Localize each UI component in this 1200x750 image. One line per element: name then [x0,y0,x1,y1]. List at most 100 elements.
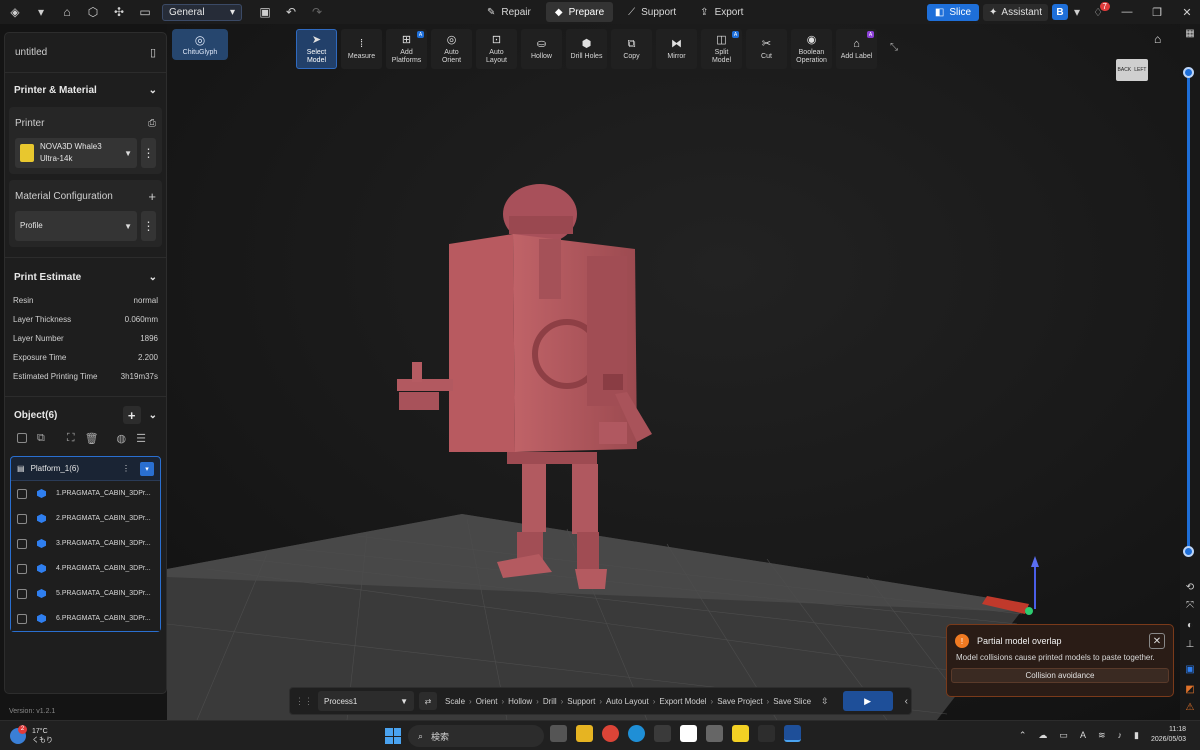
object-row[interactable]: 3.PRAGMATA_CABIN_3DPr... [11,531,160,556]
object-row[interactable]: 1.PRAGMATA_CABIN_3DPr... [11,481,160,506]
tool-split-model[interactable]: ◫ Split Model A [701,29,742,69]
tool-cut[interactable]: ✂ Cut [746,29,787,69]
collapse-chevron-icon[interactable]: ⌄ [149,410,157,421]
weather-widget[interactable]: 2 17°C くもり [10,724,53,745]
battery-icon[interactable]: ▮ [1134,730,1139,741]
assistant-button[interactable]: ✦ Assistant [983,3,1048,21]
close-window-button[interactable]: ✕ [1174,1,1200,23]
app-icon[interactable] [680,725,697,742]
process-step[interactable]: Orient [476,697,498,706]
redo-icon[interactable]: ↷ [306,1,328,23]
speaker-tray-icon[interactable]: ▭ [1059,730,1068,741]
palette-icon[interactable]: ◍ [117,432,127,445]
grid-icon[interactable]: ▦ [1180,28,1200,39]
tool-drill-holes[interactable]: ⬢ Drill Holes [566,29,607,69]
tray-chevron-icon[interactable]: ⌃ [1019,730,1027,741]
process-step[interactable]: Scale [445,697,465,706]
printer-settings-icon[interactable]: ⎙ [148,118,156,129]
add-material-icon[interactable]: + [148,189,156,204]
panel-toggle-icon[interactable]: ▯ [150,46,156,59]
process-step[interactable]: Drill [543,697,557,706]
platform-expand-button[interactable]: ▾ [140,461,154,476]
tab-support[interactable]: ⟋ Support [619,2,685,22]
workspace-select[interactable]: General ▾ [162,3,242,21]
layer-slider-track[interactable] [1187,72,1190,552]
minimize-button[interactable]: — [1114,1,1140,23]
frame-icon[interactable]: ⛶ [67,432,75,445]
taskbar-search[interactable]: ⌕ 検索 [408,725,544,747]
rotate-icon[interactable]: ⟲ [1180,582,1200,593]
user-avatar[interactable]: B [1052,4,1068,20]
notification-button[interactable]: ♢ 7 [1086,2,1110,22]
add-object-button[interactable]: + [122,406,141,424]
support-icon[interactable]: ⊥ [1180,639,1200,650]
collision-avoidance-button[interactable]: Collision avoidance [951,668,1169,683]
tab-export[interactable]: ⇪ Export [691,2,752,22]
task-view-icon[interactable] [550,725,567,742]
profile-select[interactable]: Profile ▼ [15,211,137,241]
tool-auto-orient[interactable]: ◎ Auto Orient [431,29,472,69]
cloud-icon[interactable]: ☁ [1038,730,1047,741]
ime-icon[interactable]: A [1080,730,1086,740]
collapse-chevron-icon[interactable]: ⌄ [149,272,157,283]
printer-select[interactable]: NOVA3D Whale3 Ultra-14k ▼ [15,138,137,168]
chituglyph-button[interactable]: ◎ ChituGlyph [172,29,228,60]
run-process-button[interactable]: ▶ [842,691,893,711]
object-checkbox[interactable] [17,488,27,499]
print-estimate-header[interactable]: Print Estimate ⌄ [5,263,166,291]
view-cube[interactable]: BACK LEFT [1116,59,1148,81]
tool-copy[interactable]: ⧉ Copy [611,29,652,69]
tab-prepare[interactable]: ◆ Prepare [545,2,614,22]
tool-auto-layout[interactable]: ⊡ Auto Layout [476,29,517,69]
tool-boolean-operation[interactable]: ◉ Boolean Operation [791,29,832,69]
group-icon[interactable]: ⧉ [37,432,45,445]
close-icon[interactable]: ✕ [1149,633,1165,649]
layer-slider-top-knob[interactable] [1183,67,1194,78]
process-step[interactable]: Export Model [659,697,706,706]
platform-more-icon[interactable]: ⋮ [122,464,130,473]
object-row[interactable]: 6.PRAGMATA_CABIN_3DPr... [11,606,160,631]
object-checkbox[interactable] [17,563,27,574]
home-icon[interactable]: ⌂ [56,1,78,23]
chitubox-taskbar-icon[interactable] [784,725,801,742]
warning-icon[interactable]: ⚠ [1180,702,1200,713]
layers-icon[interactable]: ▣ [1180,664,1200,675]
printer-more-button[interactable]: ⋮ [141,138,156,168]
sticky-notes-icon[interactable] [732,725,749,742]
object-checkbox[interactable] [17,613,27,624]
select-all-checkbox[interactable] [17,433,27,443]
profile-more-button[interactable]: ⋮ [141,211,156,241]
overlap-icon[interactable]: ◩ [1180,684,1200,695]
store-icon[interactable] [654,725,671,742]
object-row[interactable]: 4.PRAGMATA_CABIN_3DPr... [11,556,160,581]
printer-material-header[interactable]: Printer & Material ⌄ [5,73,166,107]
collapse-chevron-icon[interactable]: ⌄ [149,85,157,96]
3d-viewport[interactable] [167,24,1180,720]
app-logo-icon[interactable]: ◈ [4,1,26,23]
layer-slider-bottom-knob[interactable] [1183,546,1194,557]
restore-button[interactable]: ❐ [1144,1,1170,23]
tool-mirror[interactable]: ⧓ Mirror [656,29,697,69]
contrast-icon[interactable]: ◐ [1180,620,1200,631]
volume-icon[interactable]: ♪ [1118,730,1123,740]
process-select[interactable]: Process1 ▼ [318,691,414,711]
platform-header[interactable]: ▤ Platform_1(6) ⋮ ▾ [11,457,160,481]
start-icon[interactable] [385,728,401,744]
tool-add-platforms[interactable]: ⊞ Add Platforms A [386,29,427,69]
object-checkbox[interactable] [17,513,27,524]
user-chevron-icon[interactable]: ▾ [1072,1,1082,23]
collapse-chevron-icon[interactable]: ‹ [905,696,908,707]
collapse-toolbar-icon[interactable]: ⤡ [890,42,898,53]
view-home-icon[interactable]: ⌂ [1154,32,1161,46]
process-step[interactable]: Hollow [508,697,532,706]
process-step[interactable]: Save Project [717,697,762,706]
process-step[interactable]: Save Slice [773,697,811,706]
tab-repair[interactable]: ✎ Repair [478,2,540,22]
process-step[interactable]: Auto Layout [606,697,649,706]
object-checkbox[interactable] [17,588,27,599]
reorder-icon[interactable]: ⇳ [821,696,829,707]
tool-measure[interactable]: ⁞ Measure [341,29,382,69]
edge-icon[interactable] [628,725,645,742]
scale-icon[interactable]: ⤧ [1180,600,1200,611]
process-step[interactable]: Support [567,697,595,706]
